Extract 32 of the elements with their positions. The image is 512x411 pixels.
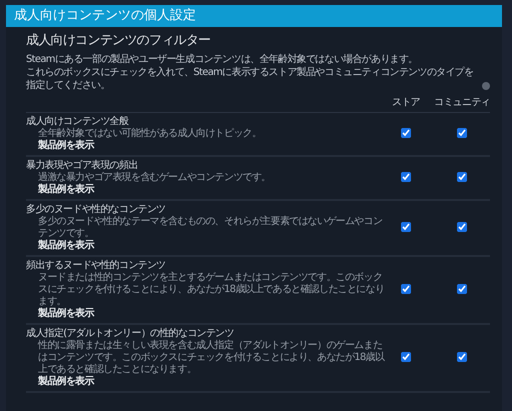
category-description: 多少のヌードや性的なテーマを含むものの、それらが主要素ではないゲームやコンテンツです。 bbox=[38, 216, 384, 240]
examples-link[interactable]: 製品例を表示 bbox=[38, 140, 94, 152]
community-checkbox[interactable] bbox=[457, 172, 467, 182]
category-description: ヌードまたは性的コンテンツを主とするゲームまたはコンテンツです。このボックスにチェックを付けることにより、あなたが18歳以上であると確認したことになります。 bbox=[38, 272, 386, 308]
store-checkbox[interactable] bbox=[401, 222, 411, 232]
intro-text: Steamにある一部の製品やユーザー生成コンテンツは、全年齢対象ではない場合があります。 bbox=[26, 54, 418, 65]
section-title: 成人向けコンテンツのフィルター bbox=[26, 33, 212, 49]
category-title: 成人指定(アダルトオンリー）の性的なコンテンツ bbox=[26, 326, 235, 340]
examples-link[interactable]: 製品例を表示 bbox=[38, 240, 94, 252]
panel-header: 成人向けコンテンツの個人設定 bbox=[6, 5, 502, 27]
intro-text: これらのボックスにチェックを入れて、Steamに表示するストア製品やコミュニティコンテンツのタイプを指定してください。 bbox=[26, 66, 474, 92]
category-title: 成人向けコンテンツ全般 bbox=[26, 114, 130, 128]
category-description: 全年齢対象ではない可能性がある成人向けトピック。 bbox=[38, 128, 262, 140]
store-checkbox[interactable] bbox=[401, 172, 411, 182]
store-checkbox[interactable] bbox=[401, 284, 411, 294]
category-description: 過激な暴力やゴア表現を含むゲームやコンテンツです。 bbox=[38, 172, 272, 184]
column-header: ストア bbox=[391, 96, 421, 110]
column-header: コミュニティ bbox=[434, 96, 490, 110]
category-description: 性的に露骨または生々しい表現を含む成人指定（アダルトオンリー）のゲームまたはコンテンツです。このボックスにチェックを付けることにより、あなたが18歳以上であると確認したことになります。 bbox=[38, 340, 386, 376]
store-checkbox[interactable] bbox=[401, 352, 411, 362]
community-checkbox[interactable] bbox=[457, 352, 467, 362]
store-checkbox[interactable] bbox=[401, 128, 411, 138]
community-checkbox[interactable] bbox=[457, 222, 467, 232]
community-checkbox[interactable] bbox=[457, 284, 467, 294]
examples-link[interactable]: 製品例を表示 bbox=[38, 376, 94, 388]
examples-link[interactable]: 製品例を表示 bbox=[38, 308, 94, 320]
category-title: 暴力表現やゴア表現の頻出 bbox=[26, 158, 139, 172]
category-title: 頻出するヌードや性的コンテンツ bbox=[26, 258, 167, 272]
community-checkbox[interactable] bbox=[457, 128, 467, 138]
help-icon[interactable] bbox=[482, 82, 490, 90]
category-title: 多少のヌードや性的なコンテンツ bbox=[26, 202, 167, 216]
examples-link[interactable]: 製品例を表示 bbox=[38, 184, 94, 196]
